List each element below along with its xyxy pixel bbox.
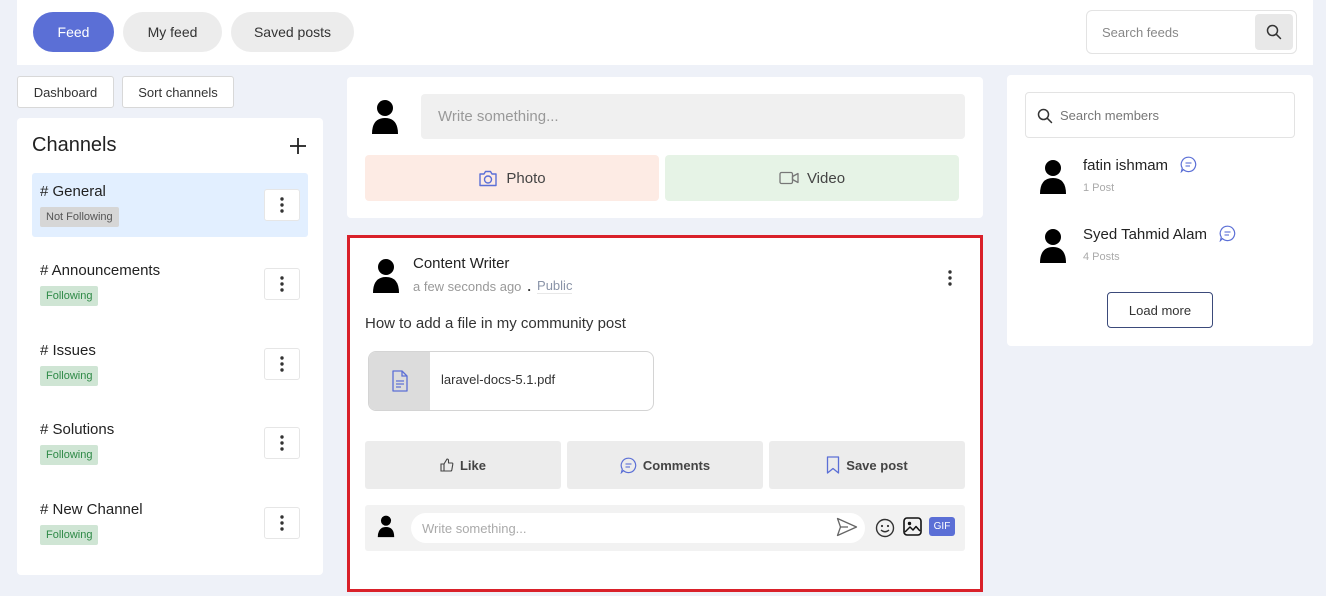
comment-input[interactable] bbox=[411, 513, 865, 543]
like-label: Like bbox=[459, 457, 486, 473]
follow-status-badge: Following bbox=[40, 525, 99, 545]
add-channel-icon[interactable] bbox=[287, 135, 309, 157]
channel-name: # Announcements bbox=[40, 262, 161, 279]
tab-saved-posts[interactable]: Saved posts bbox=[231, 12, 354, 52]
post-time: a few seconds ago bbox=[413, 278, 522, 294]
follow-status-badge: Following bbox=[40, 366, 99, 386]
member-name-text: fatin ishmam bbox=[1083, 157, 1169, 174]
channel-name: # Solutions bbox=[40, 421, 115, 438]
more-vertical-icon bbox=[280, 276, 284, 292]
like-button[interactable]: Like bbox=[365, 441, 561, 489]
member-post-count: 4 Posts bbox=[1083, 251, 1120, 263]
channel-item-new-channel[interactable]: # New Channel Following bbox=[32, 491, 308, 555]
comment-bar: GIF bbox=[365, 505, 965, 551]
more-vertical-icon bbox=[948, 270, 952, 286]
send-icon[interactable] bbox=[836, 517, 858, 537]
search-feeds-input[interactable] bbox=[1087, 11, 1255, 53]
save-post-label: Save post bbox=[846, 457, 908, 473]
video-camera-icon bbox=[779, 171, 799, 185]
comments-button[interactable]: Comments bbox=[567, 441, 763, 489]
commenter-avatar-icon bbox=[377, 515, 395, 538]
user-avatar-icon bbox=[372, 100, 398, 134]
tab-my-feed[interactable]: My feed bbox=[123, 12, 222, 52]
post-visibility: Public bbox=[537, 278, 573, 294]
follow-status-badge: Following bbox=[40, 445, 99, 465]
video-label: Video bbox=[806, 169, 846, 187]
tab-feed[interactable]: Feed bbox=[33, 12, 114, 52]
photo-label: Photo bbox=[506, 169, 546, 187]
member-post-count: 1 Post bbox=[1083, 182, 1115, 194]
more-vertical-icon bbox=[280, 515, 284, 531]
search-icon bbox=[1037, 108, 1053, 124]
channel-name: # General bbox=[40, 183, 106, 200]
channel-item-general[interactable]: # General Not Following bbox=[32, 173, 308, 237]
dashboard-button[interactable]: Dashboard bbox=[17, 76, 114, 108]
channel-options-button[interactable] bbox=[264, 348, 300, 380]
channel-name: # New Channel bbox=[40, 501, 143, 518]
channel-item-solutions[interactable]: # Solutions Following bbox=[32, 411, 308, 475]
message-icon[interactable] bbox=[1219, 225, 1236, 243]
image-icon[interactable] bbox=[903, 517, 922, 536]
message-icon[interactable] bbox=[1180, 156, 1197, 174]
camera-icon bbox=[479, 170, 498, 186]
channel-options-button[interactable] bbox=[264, 268, 300, 300]
member-search-box bbox=[1025, 92, 1295, 138]
document-icon bbox=[391, 370, 408, 392]
members-panel: fatin ishmam 1 Post Syed Tahmid Alam 4 P… bbox=[1007, 75, 1313, 346]
channel-item-issues[interactable]: # Issues Following bbox=[32, 332, 308, 396]
post-author[interactable]: Content Writer bbox=[413, 255, 509, 272]
comments-label: Comments bbox=[642, 457, 711, 473]
member-avatar-icon bbox=[1040, 229, 1066, 263]
emoji-icon[interactable] bbox=[875, 518, 895, 538]
bookmark-icon bbox=[827, 456, 840, 474]
gif-button[interactable]: GIF bbox=[929, 517, 955, 536]
comment-bubble-icon bbox=[620, 457, 637, 474]
post-body: How to add a file in my community post bbox=[365, 315, 626, 332]
post-options-button[interactable] bbox=[940, 266, 960, 290]
search-feeds-button[interactable] bbox=[1255, 14, 1293, 50]
sort-channels-button[interactable]: Sort channels bbox=[122, 76, 234, 108]
more-vertical-icon bbox=[280, 435, 284, 451]
save-post-button[interactable]: Save post bbox=[769, 441, 965, 489]
member-avatar-icon bbox=[1040, 160, 1066, 194]
top-bar: Feed My feed Saved posts bbox=[17, 0, 1313, 65]
channel-options-button[interactable] bbox=[264, 427, 300, 459]
meta-separator: . bbox=[527, 278, 532, 294]
search-icon bbox=[1266, 24, 1282, 40]
channels-title: Channels bbox=[32, 134, 117, 156]
file-icon-box bbox=[369, 352, 430, 410]
follow-status-badge: Following bbox=[40, 286, 99, 306]
composer-input[interactable] bbox=[421, 94, 965, 139]
load-more-button[interactable]: Load more bbox=[1107, 292, 1213, 328]
member-name[interactable]: fatin ishmam bbox=[1083, 156, 1197, 174]
channels-panel: Channels # General Not Following # Annou… bbox=[17, 118, 323, 575]
thumbs-up-icon bbox=[440, 458, 454, 472]
channel-item-announcements[interactable]: # Announcements Following bbox=[32, 252, 308, 316]
channel-options-button[interactable] bbox=[264, 507, 300, 539]
post-composer: Photo Video bbox=[347, 77, 983, 218]
follow-status-badge: Not Following bbox=[40, 207, 119, 227]
member-name[interactable]: Syed Tahmid Alam bbox=[1083, 225, 1236, 243]
search-feeds-box bbox=[1086, 10, 1297, 54]
channel-options-button[interactable] bbox=[264, 189, 300, 221]
file-name: laravel-docs-5.1.pdf bbox=[441, 372, 556, 387]
channel-name: # Issues bbox=[40, 342, 96, 359]
more-vertical-icon bbox=[280, 197, 284, 213]
add-photo-button[interactable]: Photo bbox=[365, 155, 659, 201]
member-search-input[interactable] bbox=[1060, 93, 1290, 137]
add-video-button[interactable]: Video bbox=[665, 155, 959, 201]
more-vertical-icon bbox=[280, 356, 284, 372]
post-card: Content Writer a few seconds ago . Publi… bbox=[347, 235, 983, 592]
file-attachment[interactable]: laravel-docs-5.1.pdf bbox=[368, 351, 654, 411]
author-avatar-icon bbox=[373, 259, 399, 293]
member-name-text: Syed Tahmid Alam bbox=[1083, 226, 1207, 243]
post-meta: a few seconds ago . Public bbox=[413, 278, 573, 294]
